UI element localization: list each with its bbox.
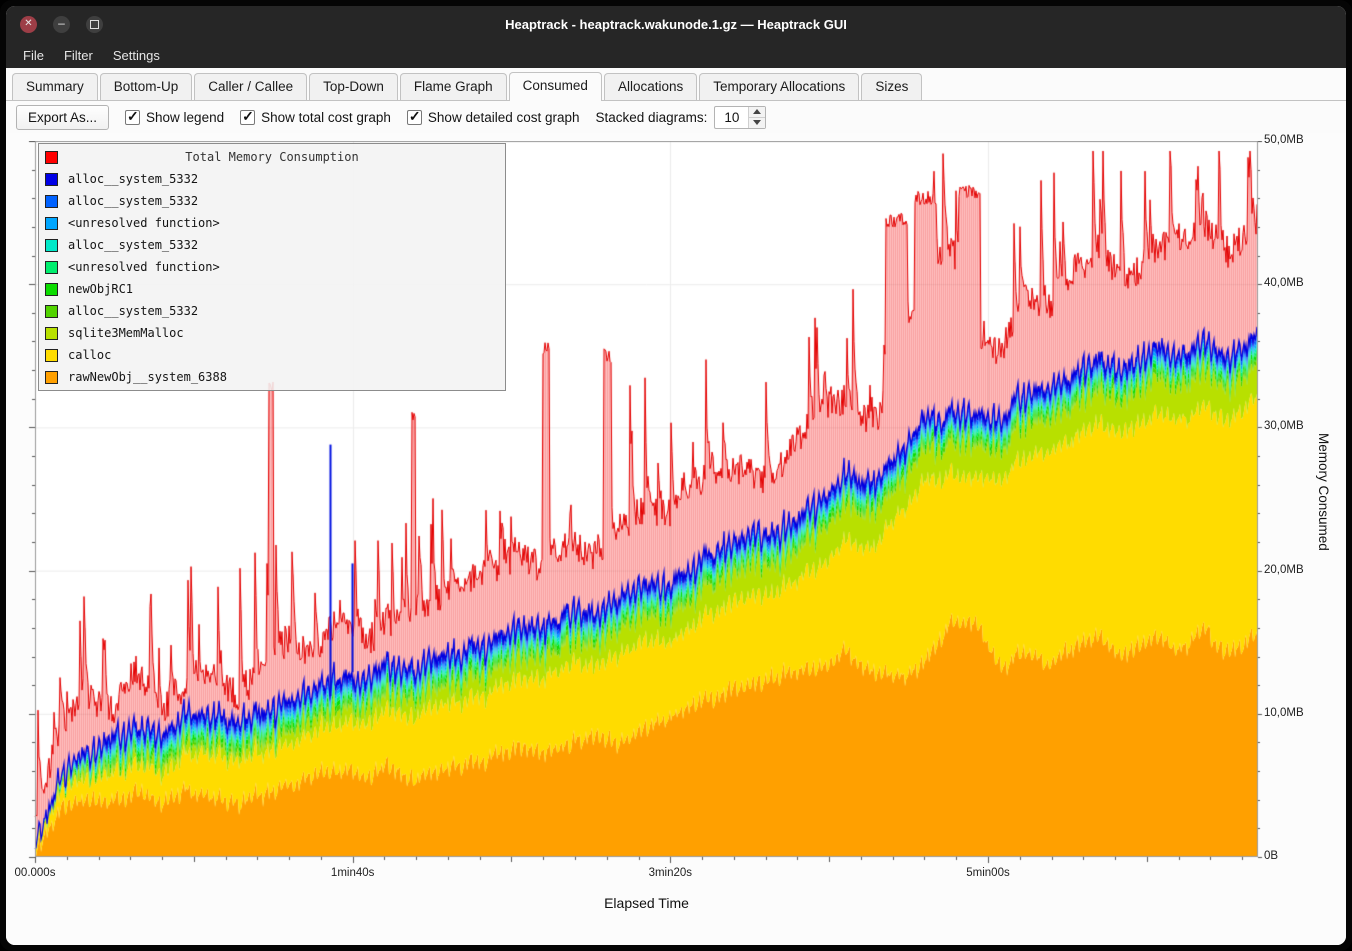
- checkbox-box-icon: [240, 110, 255, 125]
- close-button[interactable]: [20, 16, 37, 33]
- toolbar: Export As... Show legend Show total cost …: [6, 101, 1346, 133]
- checkbox-show-legend[interactable]: Show legend: [125, 110, 224, 125]
- tab-allocations[interactable]: Allocations: [604, 73, 697, 100]
- legend-label: alloc__system_5332: [68, 172, 198, 186]
- tab-bar: SummaryBottom-UpCaller / CalleeTop-DownF…: [6, 68, 1346, 101]
- tab-top-down[interactable]: Top-Down: [309, 73, 398, 100]
- legend-label: rawNewObj__system_6388: [68, 370, 227, 384]
- legend-row: alloc__system_5332: [39, 300, 505, 322]
- legend-row: Total Memory Consumption: [39, 146, 505, 168]
- legend-row: alloc__system_5332: [39, 190, 505, 212]
- spinner-up-button[interactable]: [749, 107, 765, 118]
- x-axis-title: Elapsed Time: [6, 895, 1287, 911]
- maximize-icon: [90, 20, 99, 29]
- legend-swatch-icon: [45, 261, 58, 274]
- spinner-down-button[interactable]: [749, 118, 765, 128]
- legend-row: newObjRC1: [39, 278, 505, 300]
- checkbox-box-icon: [407, 110, 422, 125]
- checkbox-show-detailed-cost-graph[interactable]: Show detailed cost graph: [407, 110, 580, 125]
- menu-filter[interactable]: Filter: [55, 45, 102, 66]
- tab-consumed[interactable]: Consumed: [509, 72, 602, 101]
- x-tick-label: 00.000s: [6, 867, 80, 879]
- legend-row: sqlite3MemMalloc: [39, 322, 505, 344]
- checkbox-label: Show detailed cost graph: [428, 110, 580, 125]
- legend-label: sqlite3MemMalloc: [68, 326, 184, 340]
- tab-bottom-up[interactable]: Bottom-Up: [100, 73, 193, 100]
- menu-file[interactable]: File: [14, 45, 53, 66]
- legend-row: alloc__system_5332: [39, 168, 505, 190]
- legend-label: alloc__system_5332: [68, 238, 198, 252]
- legend-swatch-icon: [45, 217, 58, 230]
- tab-flame-graph[interactable]: Flame Graph: [400, 73, 507, 100]
- export-as-button[interactable]: Export As...: [16, 105, 109, 130]
- legend-swatch-icon: [45, 173, 58, 186]
- x-tick-label: 1min40s: [308, 867, 398, 879]
- titlebar: Heaptrack - heaptrack.wakunode.1.gz — He…: [6, 6, 1346, 42]
- y-axis-title: Memory Consumed: [1316, 433, 1331, 551]
- y-tick-label: 0B: [1264, 850, 1278, 862]
- maximize-button[interactable]: [86, 16, 103, 33]
- tab-temporary-allocations[interactable]: Temporary Allocations: [699, 73, 859, 100]
- stacked-diagrams-group: Stacked diagrams: 10: [596, 106, 767, 129]
- stacked-diagrams-label: Stacked diagrams:: [596, 110, 708, 125]
- chevron-down-icon: [753, 120, 761, 125]
- checkbox-label: Show legend: [146, 110, 224, 125]
- chart-legend: Total Memory Consumption alloc__system_53…: [38, 143, 506, 391]
- legend-swatch-icon: [45, 349, 58, 362]
- legend-swatch-icon: [45, 283, 58, 296]
- legend-row: alloc__system_5332: [39, 234, 505, 256]
- legend-row: <unresolved function>: [39, 256, 505, 278]
- legend-row: <unresolved function>: [39, 212, 505, 234]
- y-tick-label: 20,0MB: [1264, 564, 1304, 576]
- window-title: Heaptrack - heaptrack.wakunode.1.gz — He…: [6, 17, 1346, 32]
- checkbox-label: Show total cost graph: [261, 110, 391, 125]
- y-tick-label: 50,0MB: [1264, 134, 1304, 146]
- legend-swatch-icon: [45, 195, 58, 208]
- legend-label: alloc__system_5332: [68, 304, 198, 318]
- stacked-diagrams-spinner: 10: [714, 106, 766, 129]
- app-window: Heaptrack - heaptrack.wakunode.1.gz — He…: [6, 6, 1346, 945]
- tab-caller-callee[interactable]: Caller / Callee: [194, 73, 307, 100]
- checkbox-box-icon: [125, 110, 140, 125]
- y-tick-label: 10,0MB: [1264, 707, 1304, 719]
- legend-label: alloc__system_5332: [68, 194, 198, 208]
- legend-row: rawNewObj__system_6388: [39, 366, 505, 388]
- tab-sizes[interactable]: Sizes: [861, 73, 922, 100]
- y-tick-label: 40,0MB: [1264, 277, 1304, 289]
- stacked-diagrams-value[interactable]: 10: [715, 107, 748, 128]
- legend-label: <unresolved function>: [68, 216, 220, 230]
- chevron-up-icon: [753, 109, 761, 114]
- minimize-button[interactable]: [53, 16, 70, 33]
- legend-label: <unresolved function>: [68, 260, 220, 274]
- legend-label: Total Memory Consumption: [39, 150, 505, 164]
- y-tick-label: 30,0MB: [1264, 420, 1304, 432]
- legend-swatch-icon: [45, 327, 58, 340]
- legend-swatch-icon: [45, 305, 58, 318]
- legend-label: newObjRC1: [68, 282, 133, 296]
- tab-summary[interactable]: Summary: [12, 73, 98, 100]
- x-tick-label: 3min20s: [625, 867, 715, 879]
- window-frame: Heaptrack - heaptrack.wakunode.1.gz — He…: [0, 0, 1352, 951]
- checkbox-group: Show legend Show total cost graph Show det…: [125, 110, 580, 125]
- legend-row: calloc: [39, 344, 505, 366]
- legend-swatch-icon: [45, 239, 58, 252]
- legend-label: calloc: [68, 348, 111, 362]
- chart-area: Total Memory Consumption alloc__system_53…: [6, 133, 1346, 945]
- menu-settings[interactable]: Settings: [104, 45, 169, 66]
- legend-swatch-icon: [45, 371, 58, 384]
- checkbox-show-total-cost-graph[interactable]: Show total cost graph: [240, 110, 391, 125]
- window-controls: [20, 16, 103, 33]
- x-tick-label: 5min00s: [943, 867, 1033, 879]
- menubar: File Filter Settings: [6, 42, 1346, 68]
